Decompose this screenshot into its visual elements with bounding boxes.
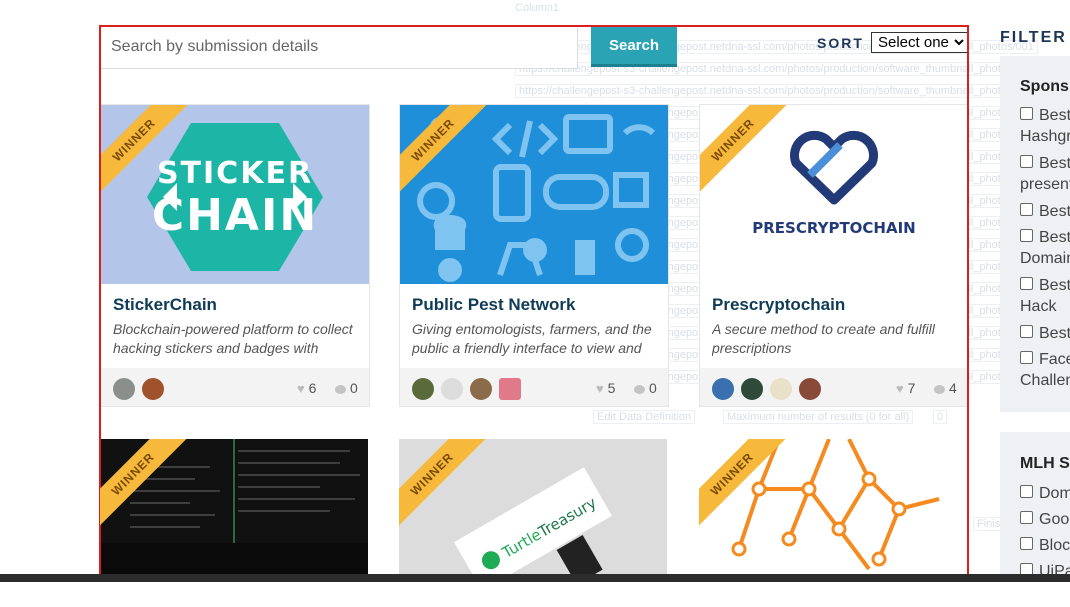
filter-option[interactable]: Best present <box>1020 153 1070 195</box>
filter-option[interactable]: Bloc <box>1020 535 1070 556</box>
taskbar-strip <box>0 574 1070 582</box>
checkbox[interactable] <box>1020 107 1033 121</box>
filter-panel-mlh: MLH S Dom Goo Bloc UiPa <box>1000 432 1070 582</box>
filter-option[interactable]: Goo <box>1020 509 1069 530</box>
filter-option[interactable]: FaceChallen <box>1020 349 1070 391</box>
highlight-frame <box>99 25 969 580</box>
overlay-header: Column1 <box>515 2 560 14</box>
filter-option[interactable]: Best Hashgr <box>1020 105 1070 147</box>
filter-option[interactable]: Best Domain <box>1020 227 1070 269</box>
filter-option[interactable]: Best <box>1020 201 1070 222</box>
filter-title: FILTER S <box>1000 29 1070 46</box>
filter-heading: Spons <box>1020 78 1069 95</box>
filter-option[interactable]: Dom <box>1020 483 1070 504</box>
checkbox[interactable] <box>1020 203 1033 217</box>
checkbox[interactable] <box>1020 537 1033 551</box>
checkbox[interactable] <box>1020 229 1033 243</box>
checkbox[interactable] <box>1020 485 1033 499</box>
checkbox[interactable] <box>1020 155 1033 169</box>
filter-panel-sponsor: Spons Best Hashgr Best present Best Best Do… <box>1000 56 1070 412</box>
checkbox[interactable] <box>1020 277 1033 291</box>
checkbox[interactable] <box>1020 511 1033 525</box>
filter-option[interactable]: Best <box>1020 323 1070 344</box>
filter-heading: MLH S <box>1020 455 1070 472</box>
checkbox[interactable] <box>1020 325 1033 339</box>
checkbox[interactable] <box>1020 351 1033 365</box>
filter-option[interactable]: Best Hack <box>1020 275 1070 317</box>
